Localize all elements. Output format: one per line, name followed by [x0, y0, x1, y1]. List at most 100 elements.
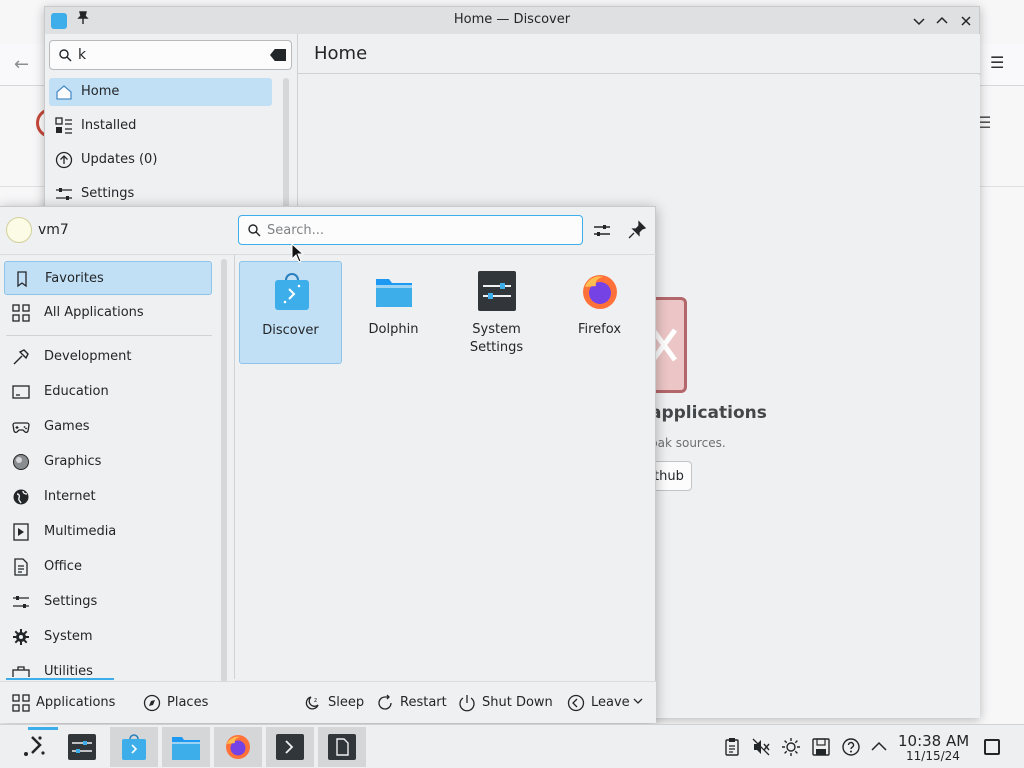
- back-arrow-icon[interactable]: ←: [14, 54, 29, 75]
- discover-header: Home: [298, 34, 980, 74]
- placeholder-icon: [653, 297, 687, 393]
- shutdown-button[interactable]: Shut Down: [458, 694, 553, 714]
- launcher-search-field[interactable]: [238, 215, 583, 245]
- discover-search-value[interactable]: k: [78, 47, 86, 63]
- brightness-icon[interactable]: [781, 737, 801, 757]
- active-indicator: [28, 727, 58, 730]
- category-system[interactable]: System: [4, 620, 212, 654]
- discover-icon: [120, 734, 148, 760]
- hammer-icon: [12, 348, 30, 366]
- username: vm7: [38, 222, 69, 238]
- pin-icon[interactable]: [626, 219, 648, 241]
- hamburger-menu-icon[interactable]: ☰: [990, 53, 1004, 72]
- leave-button[interactable]: Leave: [567, 694, 647, 714]
- favorite-firefox[interactable]: Firefox: [548, 261, 651, 364]
- search-icon: [58, 48, 72, 62]
- window-title: Home — Discover: [453, 12, 571, 27]
- dolphin-icon: [375, 271, 413, 311]
- nav-item-home[interactable]: Home: [49, 78, 272, 106]
- restart-icon: [376, 694, 394, 712]
- tab-applications[interactable]: Applications: [12, 694, 122, 714]
- minimize-button[interactable]: [909, 11, 929, 31]
- system-settings-icon: [68, 734, 96, 760]
- clear-search-icon[interactable]: [270, 49, 286, 61]
- sleep-icon: z: [304, 694, 322, 712]
- sleep-button[interactable]: z Sleep: [304, 694, 364, 714]
- maximize-button[interactable]: [932, 11, 952, 31]
- shutdown-label: Shut Down: [482, 695, 553, 710]
- taskbar-konsole[interactable]: [266, 727, 314, 767]
- favorite-dolphin[interactable]: Dolphin: [342, 261, 445, 364]
- category-education[interactable]: Education: [4, 375, 212, 409]
- clock-date[interactable]: 11/15/24: [906, 749, 960, 763]
- compass-icon: [143, 694, 161, 712]
- discover-search-field[interactable]: k: [49, 40, 292, 70]
- nav-item-settings[interactable]: Settings: [49, 180, 272, 208]
- category-label: Education: [44, 384, 109, 399]
- leave-label: Leave: [591, 695, 630, 710]
- chevron-up-icon[interactable]: [869, 737, 889, 757]
- category-label: Graphics: [44, 454, 102, 469]
- placeholder-title: applications: [650, 403, 767, 423]
- discover-icon: [273, 272, 311, 312]
- favorite-system-settings[interactable]: System Settings: [445, 261, 548, 364]
- category-label: Multimedia: [44, 524, 117, 539]
- help-icon[interactable]: [841, 737, 861, 757]
- tab-places[interactable]: Places: [143, 694, 213, 714]
- taskbar-discover[interactable]: [110, 727, 158, 767]
- applications-tab-indicator: [6, 678, 114, 680]
- category-label: All Applications: [44, 305, 144, 320]
- clock-time[interactable]: 10:38 AM: [898, 732, 969, 750]
- user-header[interactable]: vm7: [0, 207, 236, 253]
- configure-icon[interactable]: [591, 219, 613, 241]
- category-settings[interactable]: Settings: [4, 585, 212, 619]
- category-graphics[interactable]: Graphics: [4, 445, 212, 479]
- category-all-applications[interactable]: All Applications: [4, 296, 212, 330]
- nav-item-installed[interactable]: Installed: [49, 112, 272, 140]
- taskbar-dolphin[interactable]: [162, 727, 210, 767]
- category-label: Office: [44, 559, 82, 574]
- category-office[interactable]: Office: [4, 550, 212, 584]
- launcher-vertical-divider: [234, 255, 235, 679]
- globe-icon: [12, 488, 30, 506]
- gamepad-icon: [12, 418, 30, 436]
- nav-label-installed: Installed: [81, 118, 137, 133]
- nav-item-updates[interactable]: Updates (0): [49, 146, 272, 174]
- leave-icon: [567, 694, 585, 712]
- category-favorites[interactable]: Favorites: [4, 261, 212, 295]
- window-titlebar[interactable]: Home — Discover: [45, 7, 979, 34]
- application-launcher-button[interactable]: [10, 727, 58, 767]
- firefox-icon: [581, 271, 619, 311]
- favorite-label: Firefox: [577, 322, 622, 337]
- favorites-icon: [13, 270, 31, 288]
- grid-icon: [12, 304, 30, 322]
- taskbar-document-app[interactable]: [318, 727, 366, 767]
- category-development[interactable]: Development: [4, 340, 212, 374]
- taskbar-system-settings[interactable]: [58, 727, 106, 767]
- nav-label-updates: Updates (0): [81, 152, 158, 167]
- category-utilities[interactable]: Utilities: [4, 655, 212, 677]
- volume-muted-icon[interactable]: [751, 737, 771, 757]
- category-multimedia[interactable]: Multimedia: [4, 515, 212, 549]
- header-divider: [0, 254, 656, 255]
- show-desktop-icon[interactable]: [984, 739, 1000, 755]
- launcher-search-input[interactable]: [267, 221, 567, 239]
- clipboard-icon[interactable]: [722, 737, 742, 757]
- taskbar-firefox[interactable]: [214, 727, 262, 767]
- disk-icon[interactable]: [811, 737, 831, 757]
- graphics-icon: [12, 453, 30, 471]
- avatar[interactable]: [6, 217, 32, 243]
- category-label: Games: [44, 419, 90, 434]
- category-scrollbar[interactable]: [221, 259, 227, 683]
- favorite-discover[interactable]: Discover: [239, 261, 342, 364]
- tab-label: Places: [167, 695, 209, 710]
- search-icon: [247, 223, 261, 237]
- category-label: Settings: [44, 594, 98, 609]
- close-button[interactable]: [956, 11, 976, 31]
- tab-label: Applications: [36, 695, 116, 710]
- taskbar: 10:38 AM 11/15/24: [0, 724, 1024, 768]
- restart-button[interactable]: Restart: [376, 694, 447, 714]
- category-games[interactable]: Games: [4, 410, 212, 444]
- category-internet[interactable]: Internet: [4, 480, 212, 514]
- favorite-label: Discover: [262, 323, 319, 338]
